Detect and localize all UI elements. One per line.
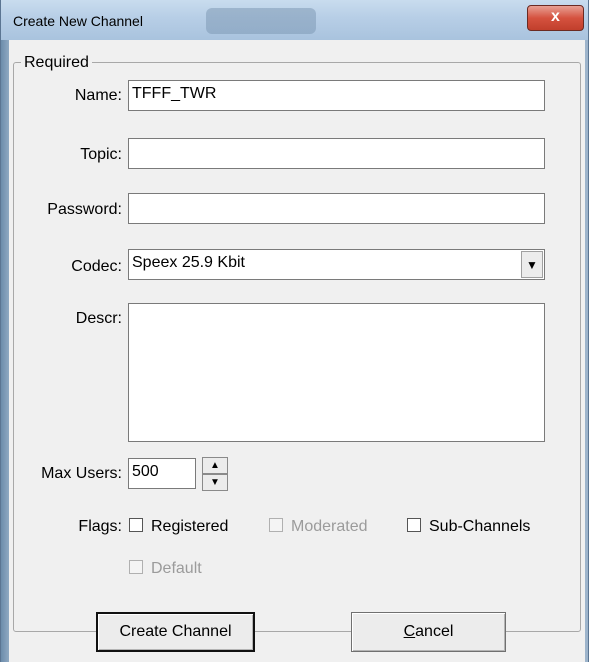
background-window-ghost xyxy=(206,8,316,34)
title-bar[interactable]: Create New Channel x xyxy=(1,0,588,40)
chevron-down-icon[interactable]: ▼ xyxy=(521,251,543,278)
close-icon: x xyxy=(551,8,560,25)
moderated-checkbox-box xyxy=(269,518,283,532)
default-checkbox: Default xyxy=(129,560,202,578)
topic-label: Topic: xyxy=(80,146,122,163)
name-label: Name: xyxy=(74,87,122,104)
moderated-checkbox-label: Moderated xyxy=(291,518,368,535)
subchannels-checkbox[interactable]: Sub-Channels xyxy=(407,518,530,536)
subchannels-checkbox-label: Sub-Channels xyxy=(429,518,531,535)
registered-checkbox-box[interactable] xyxy=(129,518,143,532)
cancel-button-label: ancel xyxy=(415,623,454,640)
password-input[interactable] xyxy=(128,193,545,224)
flags-label: Flags: xyxy=(78,518,122,535)
cancel-mnemonic: C xyxy=(403,623,416,640)
window-left-border xyxy=(1,40,9,662)
maxusers-label: Max Users: xyxy=(41,465,122,482)
cancel-button[interactable]: Cancel xyxy=(351,612,506,652)
codec-select-value: Speex 25.9 Kbit xyxy=(132,254,245,271)
registered-checkbox-label: Registered xyxy=(151,518,229,535)
descr-label: Descr: xyxy=(75,310,122,327)
default-checkbox-box xyxy=(129,560,143,574)
name-input-value: TFFF_TWR xyxy=(132,85,217,102)
password-label: Password: xyxy=(47,201,122,218)
descr-textarea[interactable] xyxy=(128,303,545,442)
maxusers-input[interactable]: 500 xyxy=(128,458,196,489)
maxusers-input-value: 500 xyxy=(132,463,159,480)
required-group-label: Required xyxy=(21,54,92,72)
window-title: Create New Channel xyxy=(13,13,143,29)
dialog-window: Create New Channel x Required Name: TFFF… xyxy=(0,0,589,662)
codec-select[interactable]: Speex 25.9 Kbit ▼ xyxy=(128,249,545,280)
codec-label: Codec: xyxy=(71,258,122,275)
default-checkbox-label: Default xyxy=(151,560,202,577)
subchannels-checkbox-box[interactable] xyxy=(407,518,421,532)
close-button[interactable]: x xyxy=(527,5,584,31)
create-channel-button[interactable]: Create Channel xyxy=(96,612,255,652)
name-input[interactable]: TFFF_TWR xyxy=(128,80,545,111)
registered-checkbox[interactable]: Registered xyxy=(129,518,228,536)
spin-down-icon[interactable]: ▼ xyxy=(202,474,228,491)
topic-input[interactable] xyxy=(128,138,545,169)
moderated-checkbox: Moderated xyxy=(269,518,368,536)
dialog-client-area: Required Name: TFFF_TWR Topic: Password:… xyxy=(9,40,585,662)
spin-up-icon[interactable]: ▲ xyxy=(202,457,228,474)
